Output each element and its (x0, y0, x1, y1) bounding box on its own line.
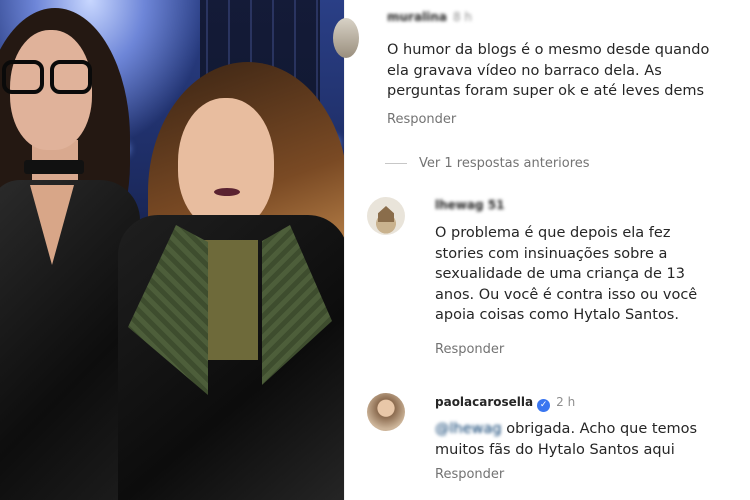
reply-button[interactable]: Responder (435, 342, 504, 357)
reply-button[interactable]: Responder (435, 467, 504, 482)
avatar[interactable] (367, 197, 405, 235)
comment-username[interactable]: lhewag 51 (435, 198, 504, 212)
post-photo (0, 0, 344, 500)
comment-text: O problema é que depois ela fez stories … (435, 225, 698, 323)
avatar[interactable] (367, 393, 405, 431)
comment-text: @lhewag obrigada. Acho que temos muitos … (435, 421, 698, 458)
comment-username[interactable]: paolacarosella ✓ 2 h (435, 395, 575, 412)
comment-text: O humor da blogs é o mesmo desde quando … (387, 42, 710, 99)
comments-panel: muralina 8 h O humor da blogs é o mesmo d… (333, 0, 750, 500)
reply-button[interactable]: Responder (387, 112, 456, 127)
glasses-icon (0, 60, 92, 94)
verified-icon: ✓ (537, 399, 551, 412)
comment-username[interactable]: muralina 8 h (387, 10, 472, 24)
mention-link[interactable]: @lhewag (435, 421, 502, 437)
view-previous-replies-link[interactable]: Ver 1 respostas anteriores (385, 156, 590, 171)
avatar[interactable] (333, 18, 359, 58)
divider-line (385, 163, 407, 164)
